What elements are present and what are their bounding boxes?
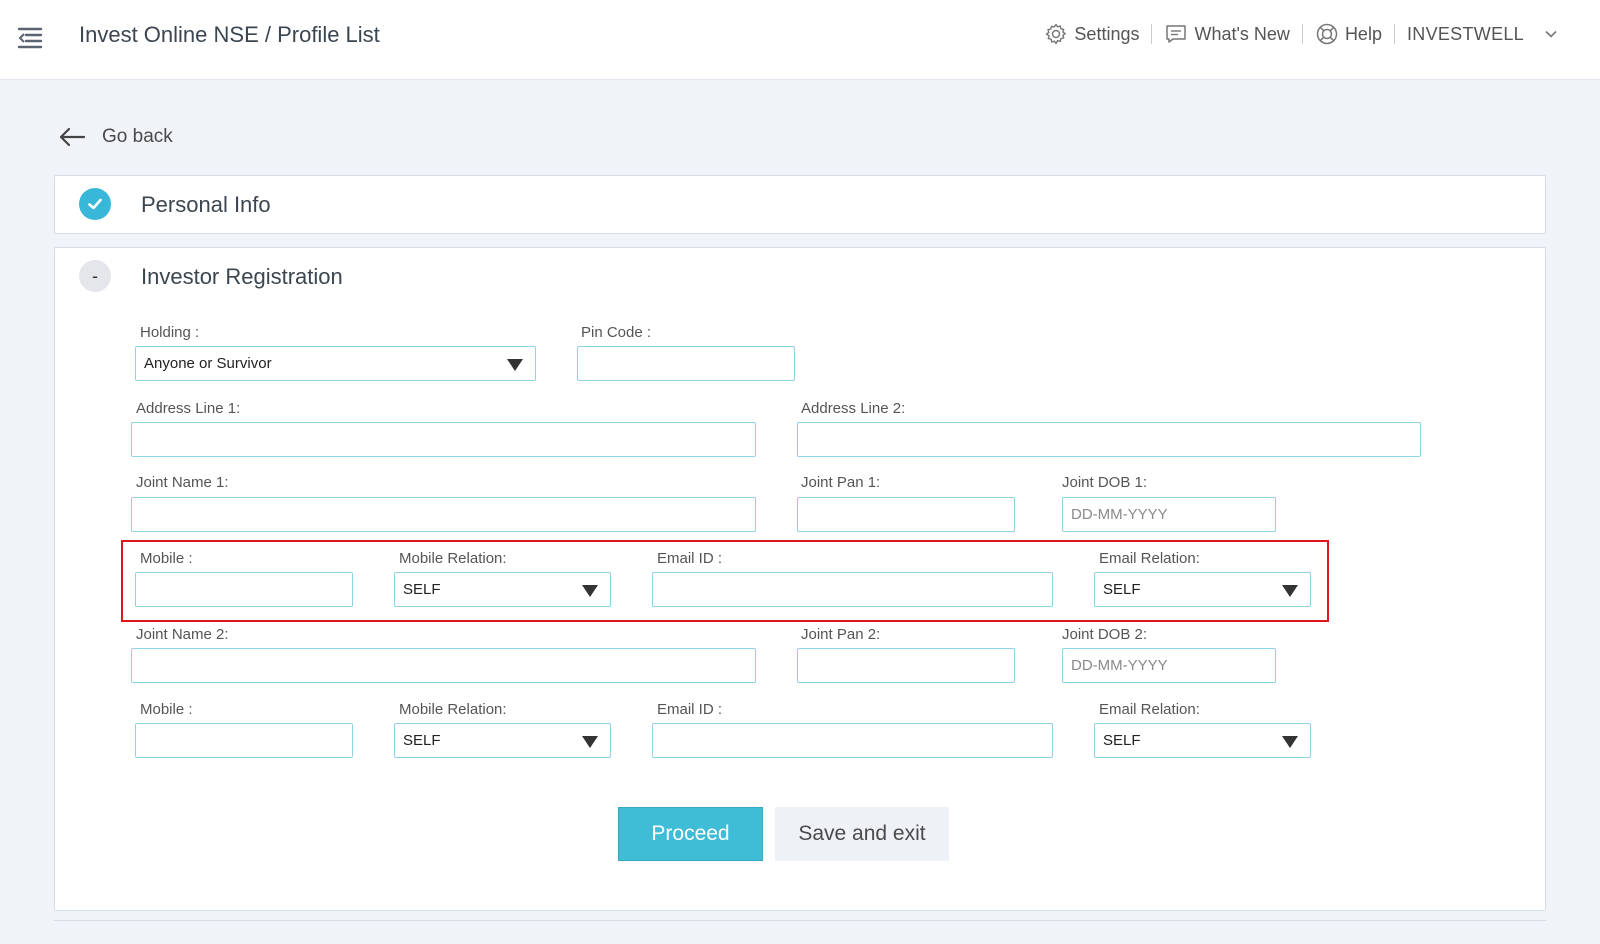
dropdown-arrow-icon [1282, 585, 1298, 597]
joint-name-1-label: Joint Name 1: [136, 474, 229, 491]
holding-select[interactable]: Anyone or Survivor [135, 346, 536, 381]
joint-dob-1-input[interactable] [1062, 497, 1276, 532]
joint-2-email-input[interactable] [652, 723, 1053, 758]
header-links: Settings What's New Help INVESTWELL [1032, 18, 1558, 50]
help-link[interactable]: Help [1303, 23, 1395, 45]
settings-label: Settings [1074, 23, 1140, 44]
joint-1-email-relation-value: SELF [1103, 581, 1141, 598]
joint-dob-2-input[interactable] [1062, 648, 1276, 683]
proceed-button[interactable]: Proceed [618, 807, 763, 861]
settings-link[interactable]: Settings [1032, 23, 1153, 45]
joint-1-email-input[interactable] [652, 572, 1053, 607]
joint-2-mobile-relation-select[interactable]: SELF [394, 723, 611, 758]
joint-1-mobile-relation-value: SELF [403, 581, 441, 598]
joint-2-email-relation-value: SELF [1103, 732, 1141, 749]
joint-1-email-label: Email ID : [657, 550, 723, 567]
chevron-down-icon [1545, 30, 1557, 38]
address-line-2-label: Address Line 2: [801, 400, 906, 417]
menu-icon[interactable] [17, 24, 43, 54]
go-back-label: Go back [102, 126, 173, 147]
dropdown-arrow-icon [507, 359, 523, 371]
joint-1-mobile-label: Mobile : [140, 550, 193, 567]
joint-1-mobile-relation-select[interactable]: SELF [394, 572, 611, 607]
dropdown-arrow-icon [582, 736, 598, 748]
collapse-icon[interactable]: - [79, 260, 111, 292]
address-line-2-input[interactable] [797, 422, 1421, 457]
joint-1-email-relation-label: Email Relation: [1099, 550, 1200, 567]
joint-name-2-label: Joint Name 2: [136, 626, 229, 643]
joint-2-mobile-relation-label: Mobile Relation: [399, 701, 507, 718]
whats-new-label: What's New [1194, 23, 1290, 44]
joint-name-1-input[interactable] [131, 497, 756, 532]
user-name: INVESTWELL [1406, 23, 1524, 44]
user-menu[interactable]: INVESTWELL [1395, 24, 1558, 44]
check-circle-icon [79, 188, 111, 220]
next-panel-edge [54, 920, 1546, 926]
message-icon [1166, 25, 1187, 43]
pin-code-label: Pin Code : [581, 324, 652, 341]
dropdown-arrow-icon [582, 585, 598, 597]
dropdown-arrow-icon [1282, 736, 1298, 748]
joint-2-mobile-label: Mobile : [140, 701, 193, 718]
investor-registration-title: Investor Registration [141, 264, 343, 289]
joint-name-2-input[interactable] [131, 648, 756, 683]
joint-1-mobile-input[interactable] [135, 572, 353, 607]
joint-2-mobile-input[interactable] [135, 723, 353, 758]
address-line-1-input[interactable] [131, 422, 756, 457]
pin-code-input[interactable] [577, 346, 795, 381]
arrow-left-icon [59, 127, 86, 147]
joint-pan-2-input[interactable] [797, 648, 1015, 683]
address-line-1-label: Address Line 1: [136, 400, 241, 417]
joint-2-email-relation-label: Email Relation: [1099, 701, 1200, 718]
go-back-link[interactable]: Go back [58, 126, 173, 148]
help-label: Help [1344, 23, 1382, 44]
save-and-exit-button[interactable]: Save and exit [775, 807, 949, 861]
holding-value: Anyone or Survivor [144, 355, 272, 372]
joint-1-mobile-relation-label: Mobile Relation: [399, 550, 507, 567]
joint-pan-1-input[interactable] [797, 497, 1015, 532]
joint-2-email-label: Email ID : [657, 701, 723, 718]
lifebuoy-icon [1316, 23, 1338, 45]
joint-dob-2-label: Joint DOB 2: [1062, 626, 1148, 643]
joint-2-mobile-relation-value: SELF [403, 732, 441, 749]
personal-info-panel[interactable]: Personal Info [54, 175, 1546, 234]
top-bar: Invest Online NSE / Profile List Setting… [0, 0, 1600, 80]
joint-pan-2-label: Joint Pan 2: [801, 626, 881, 643]
whats-new-link[interactable]: What's New [1152, 23, 1303, 44]
personal-info-title: Personal Info [141, 192, 271, 217]
joint-2-email-relation-select[interactable]: SELF [1094, 723, 1311, 758]
holding-label: Holding : [140, 324, 200, 341]
joint-1-email-relation-select[interactable]: SELF [1094, 572, 1311, 607]
gear-icon [1046, 23, 1067, 45]
joint-pan-1-label: Joint Pan 1: [801, 474, 881, 491]
page-title: Invest Online NSE / Profile List [79, 22, 380, 47]
joint-dob-1-label: Joint DOB 1: [1062, 474, 1148, 491]
